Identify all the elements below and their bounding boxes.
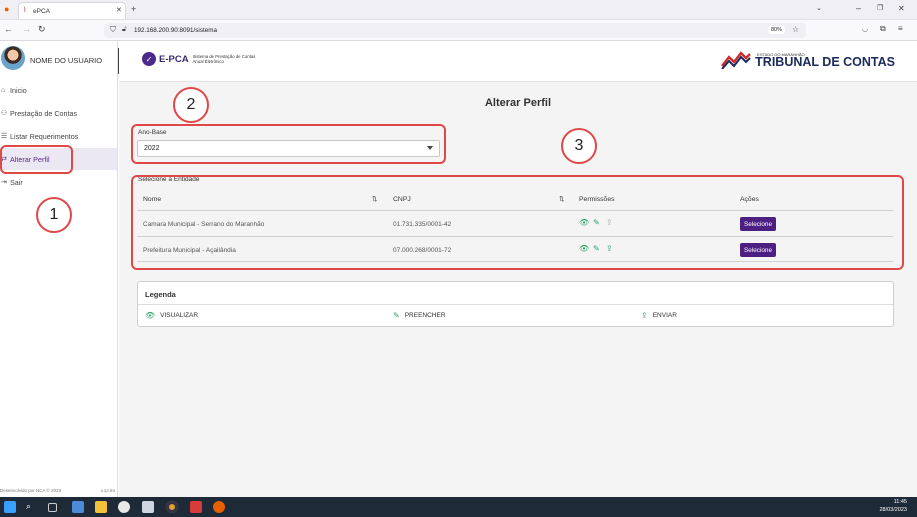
clock-date: 28/03/2023 <box>879 506 907 513</box>
browser-tab-bar: ● ⌇ ePCA ✕ + ⌄ – ❐ ✕ <box>0 0 917 20</box>
app-icon[interactable] <box>118 501 130 513</box>
people-icon: ⚇ <box>1 110 8 117</box>
app-icon[interactable] <box>190 501 202 513</box>
app-short-name: E-PCA <box>159 53 189 65</box>
sidebar-item-label: Prestação de Contas <box>10 108 78 118</box>
app-header: ✓ E-PCA Sistema de Prestação de Contas A… <box>119 41 917 82</box>
sidebar-footer: Desenvolvido por NCA © 2023 v.12.84 <box>0 488 117 493</box>
epca-logo[interactable]: ✓ E-PCA Sistema de Prestação de Contas A… <box>142 52 263 66</box>
user-panel: NOME DO USUARIO <box>0 41 118 79</box>
firefox-menu-icon[interactable]: ● <box>4 5 9 14</box>
sidebar-item-requerimentos[interactable]: ☰ Listar Requerimentos <box>0 125 117 147</box>
sidebar-item-inicio[interactable]: ⌂ Inicio <box>0 79 117 101</box>
annotation-box-ano-base <box>131 124 446 164</box>
browser-tab[interactable]: ⌇ ePCA ✕ <box>18 2 126 19</box>
taskbar-clock[interactable]: 11:45 28/03/2023 <box>879 499 907 514</box>
sidebar-item-label: Sair <box>10 177 23 187</box>
url-text: 192.168.200.90:8091/sistema <box>134 27 217 34</box>
legend-item-visualizar: 👁︎ VISUALIZAR <box>145 311 198 320</box>
sidebar-item-label: Listar Requerimentos <box>10 131 79 141</box>
app-subtitle: Sistema de Prestação de Contas Anual Ele… <box>192 54 256 64</box>
windows-start-icon[interactable] <box>4 501 16 513</box>
task-view-icon[interactable] <box>48 503 57 512</box>
chrome-icon[interactable] <box>166 501 178 513</box>
legend-item-enviar: ⇪ ENVIAR <box>641 311 677 320</box>
eye-icon: 👁︎ <box>145 311 156 320</box>
url-field[interactable]: ⛉ 🔓︎ 192.168.200.90:8091/sistema 80% ☆ <box>104 23 806 38</box>
forward-icon[interactable]: → <box>22 25 31 34</box>
annotation-box-sidebar <box>0 145 73 174</box>
sidebar-footer-version: v.12.84 <box>100 488 115 493</box>
list-tabs-icon[interactable]: ⌄ <box>816 5 822 12</box>
annotation-marker-2: 2 <box>173 87 209 123</box>
shield-icon[interactable]: ⛉ <box>110 26 116 34</box>
annotation-marker-1: 1 <box>36 197 72 233</box>
tab-close-icon[interactable]: ✕ <box>116 7 122 14</box>
restore-icon[interactable]: ❐ <box>877 5 883 12</box>
org-state: ESTADO DO MARANHÃO <box>757 52 805 57</box>
extensions-icon[interactable]: ⧉ <box>880 25 886 33</box>
sidebar-item-sair[interactable]: ⇥ Sair <box>0 171 117 193</box>
epca-logo-icon: ✓ <box>142 52 156 66</box>
home-icon: ⌂ <box>1 86 6 94</box>
back-icon[interactable]: ← <box>4 25 13 34</box>
divider <box>138 304 893 305</box>
tab-favicon-icon: ⌇ <box>23 7 27 14</box>
minimize-icon[interactable]: – <box>856 4 861 13</box>
tce-logo: ESTADO DO MARANHÃO TRIBUNAL DE CONTAS <box>721 48 895 69</box>
annotation-box-entity-table <box>131 175 904 270</box>
annotation-marker-3: 3 <box>561 128 597 164</box>
legend-item-label: VISUALIZAR <box>160 312 199 319</box>
lock-icon[interactable]: 🔓︎ <box>122 26 127 33</box>
bookmark-star-icon[interactable]: ☆ <box>792 26 799 34</box>
upload-icon: ⇪ <box>641 311 648 320</box>
page-title: Alterar Perfil <box>484 97 552 109</box>
list-icon: ☰ <box>1 133 8 140</box>
sidebar-footer-credit: Desenvolvido por NCA © 2023 <box>0 488 62 493</box>
legend-item-preencher: ✎ PREENCHER <box>393 311 446 320</box>
file-explorer-icon[interactable] <box>95 501 107 513</box>
clock-time: 11:45 <box>893 499 907 505</box>
new-tab-icon[interactable]: + <box>131 5 136 14</box>
sidebar: NOME DO USUARIO ⌂ Inicio ⚇ Prestação de … <box>0 41 118 497</box>
navigation-bar: ← → ↻ ⛉ 🔓︎ 192.168.200.90:8091/sistema 8… <box>0 20 917 41</box>
pencil-icon: ✎ <box>393 311 400 320</box>
legend-title: Legenda <box>145 290 176 299</box>
legend-panel: Legenda 👁︎ VISUALIZAR ✎ PREENCHER ⇪ ENVI… <box>137 281 894 327</box>
close-window-icon[interactable]: ✕ <box>898 5 905 13</box>
menu-icon[interactable]: ≡ <box>898 25 903 33</box>
legend-item-label: ENVIAR <box>652 312 677 319</box>
zoom-badge[interactable]: 80% <box>768 26 786 34</box>
search-icon[interactable]: ⌕ <box>26 501 38 513</box>
org-name: TRIBUNAL DE CONTAS <box>755 55 895 69</box>
sidebar-item-prestacao[interactable]: ⚇ Prestação de Contas <box>0 102 117 124</box>
tab-title: ePCA <box>33 7 50 15</box>
app-icon[interactable] <box>72 501 84 513</box>
user-name: NOME DO USUARIO <box>30 56 103 65</box>
logout-icon: ⇥ <box>1 179 7 186</box>
reload-icon[interactable]: ↻ <box>38 25 46 34</box>
app-icon[interactable] <box>142 501 154 513</box>
tce-emblem-icon <box>721 50 752 69</box>
windows-taskbar: ⌕ 11:45 28/03/2023 <box>0 497 917 517</box>
legend-item-label: PREENCHER <box>404 312 446 319</box>
pocket-icon[interactable]: ◡ <box>862 26 868 33</box>
sidebar-item-label: Inicio <box>10 85 27 95</box>
firefox-icon[interactable] <box>213 501 225 513</box>
avatar <box>1 46 25 70</box>
